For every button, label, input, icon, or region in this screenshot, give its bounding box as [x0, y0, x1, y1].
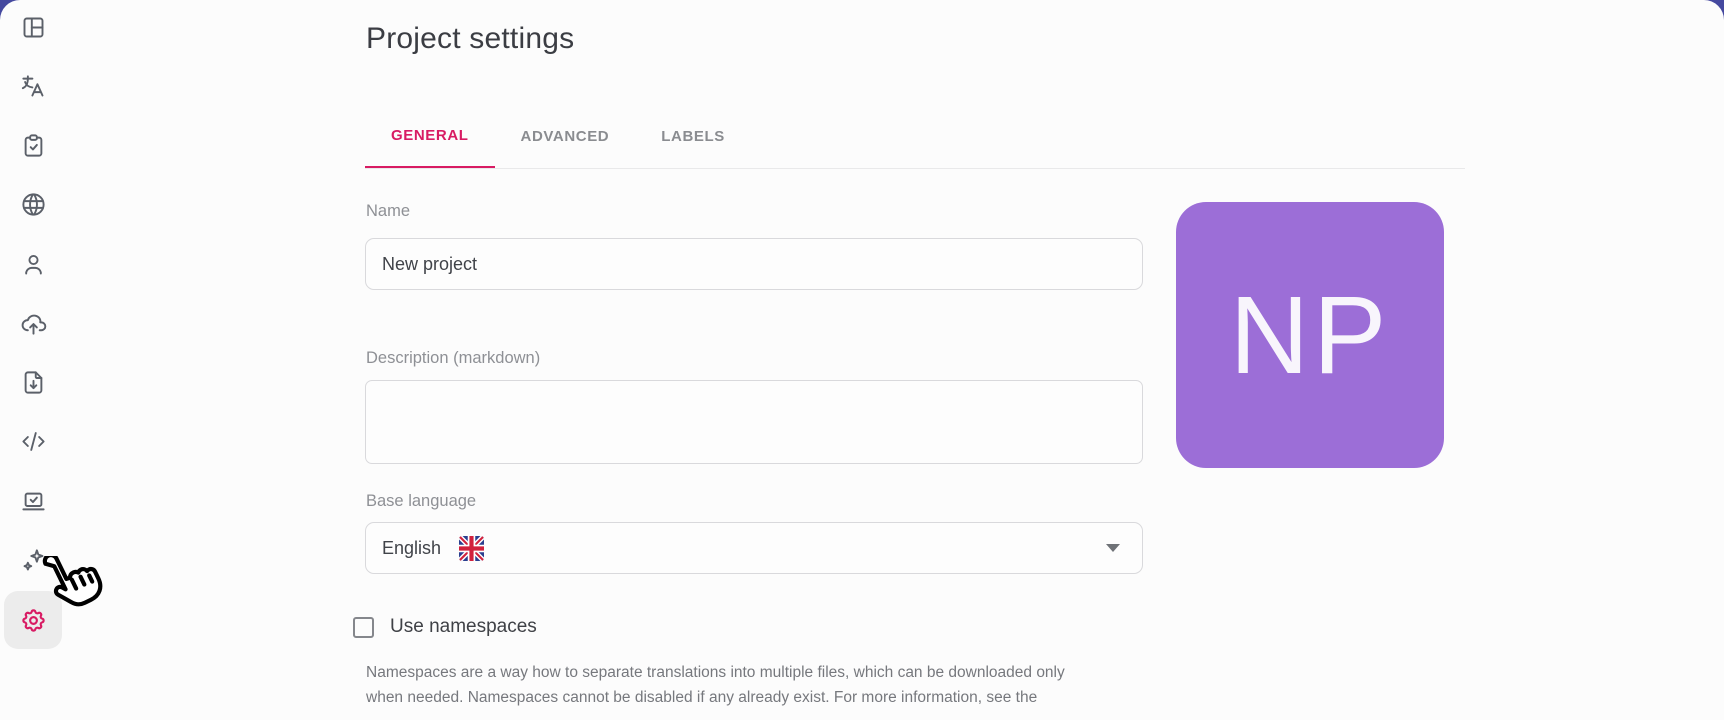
namespaces-help-text: Namespaces are a way how to separate tra…: [366, 660, 1072, 710]
use-namespaces-row[interactable]: Use namespaces: [353, 616, 537, 638]
tab-advanced[interactable]: ADVANCED: [495, 104, 636, 169]
base-language-label: Base language: [366, 492, 476, 511]
sidebar-item-tasks[interactable]: [9, 121, 57, 169]
sidebar-item-ai[interactable]: [9, 536, 57, 584]
sidebar-item-export[interactable]: [9, 358, 57, 406]
tabs-divider: [365, 168, 1465, 169]
base-language-value: English: [382, 538, 441, 559]
sidebar-item-developer[interactable]: [9, 417, 57, 465]
project-avatar: NP: [1176, 202, 1444, 468]
base-language-select[interactable]: English: [365, 522, 1143, 574]
uk-flag-icon: [459, 536, 484, 561]
sidebar-item-settings[interactable]: [4, 591, 62, 649]
sidebar-item-languages[interactable]: [9, 180, 57, 228]
file-download-icon: [20, 369, 47, 396]
description-label: Description (markdown): [366, 349, 540, 368]
use-namespaces-checkbox[interactable]: [353, 617, 374, 638]
project-description-input[interactable]: [365, 380, 1143, 464]
cloud-upload-icon: [20, 310, 47, 337]
sidebar-item-dashboard[interactable]: [9, 3, 57, 51]
dashboard-icon: [20, 14, 47, 41]
use-namespaces-label: Use namespaces: [390, 616, 537, 638]
project-name-input[interactable]: [365, 238, 1143, 290]
sparkles-icon: [20, 547, 47, 574]
tab-labels[interactable]: LABELS: [635, 104, 751, 169]
globe-icon: [20, 191, 47, 218]
sidebar-item-translations[interactable]: [9, 62, 57, 110]
sidebar-item-integrate[interactable]: [9, 477, 57, 525]
clipboard-check-icon: [20, 132, 47, 159]
page-title: Project settings: [366, 22, 574, 56]
settings-tabs: GENERAL ADVANCED LABELS: [365, 104, 751, 169]
sidebar-item-members[interactable]: [9, 240, 57, 288]
chevron-down-icon: [1106, 544, 1120, 552]
gear-icon: [20, 607, 47, 634]
user-icon: [20, 251, 47, 278]
app-window: Project settings GENERAL ADVANCED LABELS…: [0, 0, 1724, 720]
translate-icon: [20, 73, 47, 100]
tab-general[interactable]: GENERAL: [365, 104, 495, 169]
code-icon: [20, 428, 47, 455]
sidebar: [0, 0, 100, 720]
laptop-check-icon: [20, 488, 47, 515]
project-avatar-initials: NP: [1230, 272, 1391, 399]
name-label: Name: [366, 202, 410, 221]
sidebar-item-import[interactable]: [9, 299, 57, 347]
